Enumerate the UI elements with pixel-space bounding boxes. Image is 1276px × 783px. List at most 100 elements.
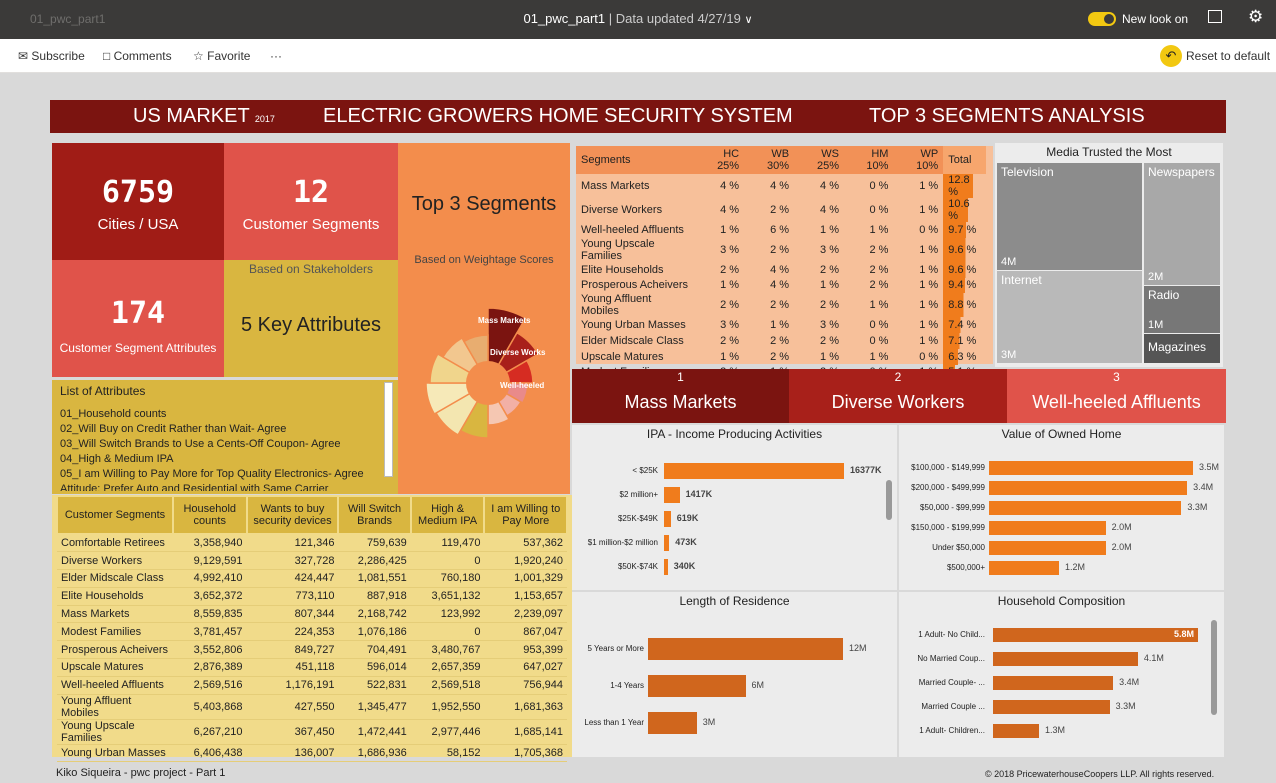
comments-button[interactable]: □ Comments bbox=[103, 49, 185, 63]
bottom-table-header[interactable]: Household counts bbox=[172, 495, 248, 535]
bar[interactable] bbox=[993, 628, 1198, 642]
seg-table-header[interactable]: HC 25% bbox=[695, 146, 745, 174]
table-cell: 1 % bbox=[919, 263, 939, 276]
comments-label: Comments bbox=[113, 49, 172, 63]
attributes-value: 174 bbox=[110, 296, 166, 331]
media-tile-internet[interactable]: Internet 3M bbox=[997, 271, 1142, 363]
comment-icon[interactable] bbox=[1208, 10, 1222, 23]
table-cell: 1,345,477 bbox=[338, 694, 411, 720]
bar[interactable] bbox=[993, 700, 1110, 714]
bar[interactable] bbox=[989, 461, 1193, 475]
bottom-table-header[interactable]: I am Willing to Pay More bbox=[483, 495, 568, 535]
table-cell: 2 % bbox=[820, 299, 839, 312]
report-title-bar[interactable]: 01_pwc_part1 | Data updated 4/27/19 ∨ bbox=[0, 11, 1276, 26]
bar-value-label: 3.4M bbox=[1193, 482, 1214, 492]
table-cell: Elite Households bbox=[57, 587, 173, 606]
reset-default-button[interactable]: Reset to default bbox=[1186, 49, 1270, 63]
table-cell: 427,550 bbox=[246, 694, 339, 720]
table-cell: 4 % bbox=[770, 180, 790, 192]
media-tile-television[interactable]: Television 4M bbox=[997, 163, 1142, 270]
bar-value-label: 473K bbox=[675, 537, 697, 547]
bar[interactable] bbox=[993, 724, 1039, 738]
seg-table-header[interactable]: HM 10% bbox=[844, 146, 894, 174]
table-cell: Mass Markets bbox=[57, 605, 173, 624]
media-tile-magazines[interactable]: Magazines bbox=[1144, 334, 1220, 363]
bar-category-label: < $25K bbox=[632, 466, 658, 475]
table-row: Young Urban Masses 6,406,438 136,007 1,686,… bbox=[57, 744, 567, 763]
bar[interactable] bbox=[993, 676, 1114, 690]
bar-value-label: 1.2M bbox=[1064, 562, 1085, 572]
table-cell: 4 % bbox=[820, 180, 839, 192]
segments-pie-chart[interactable]: Mass Markets Diverse Works Well-heeled bbox=[408, 283, 568, 473]
table-cell: 3,552,806 bbox=[173, 640, 247, 660]
bar[interactable] bbox=[664, 559, 668, 575]
table-cell: 2,977,446 bbox=[410, 719, 485, 745]
table-cell: 1,952,550 bbox=[410, 694, 485, 720]
table-row: Well-heeled Affluents 2,569,516 1,176,191 5… bbox=[57, 676, 567, 695]
more-options-button[interactable]: ··· bbox=[270, 49, 282, 63]
bar[interactable] bbox=[648, 638, 843, 660]
top2-segment[interactable]: 2 Diverse Workers bbox=[789, 369, 1007, 423]
table-cell: 2 % bbox=[820, 334, 839, 347]
bottom-table-header[interactable]: High & Medium IPA bbox=[409, 495, 486, 535]
top3-segment[interactable]: 3 Well-heeled Affluents bbox=[1007, 369, 1226, 423]
table-cell: Young Affluent Mobiles bbox=[581, 293, 652, 318]
table-cell: 759,639 bbox=[338, 534, 411, 553]
bar[interactable] bbox=[664, 487, 680, 503]
table-cell: 2,876,389 bbox=[173, 658, 247, 677]
table-row: Young Affluent Mobiles 5,403,868 427,550 1,… bbox=[57, 694, 567, 720]
bar[interactable] bbox=[664, 511, 671, 527]
table-cell: 10.6 % bbox=[943, 198, 986, 222]
bottom-table-header[interactable]: Will Switch Brands bbox=[337, 495, 412, 535]
seg-table-header[interactable]: Total bbox=[943, 146, 986, 174]
table-row: Upscale Matures 2,876,389 451,118 596,014 2,… bbox=[57, 658, 567, 677]
cities-tile: 6759 Cities / USA bbox=[52, 143, 224, 260]
bar[interactable] bbox=[664, 463, 844, 479]
table-cell: 451,118 bbox=[246, 658, 339, 677]
favorite-button[interactable]: ☆ Favorite bbox=[193, 49, 263, 63]
chevron-down-icon[interactable]: ∨ bbox=[744, 14, 752, 26]
gear-icon[interactable]: ⚙ bbox=[1248, 7, 1263, 27]
table-row: Prosperous Acheivers 3,552,806 849,727 704,… bbox=[57, 640, 567, 660]
bar[interactable] bbox=[989, 521, 1106, 535]
table-cell: 1,081,551 bbox=[338, 569, 411, 588]
table-cell: 4 % bbox=[770, 279, 790, 292]
bar-value-label: 3.3M bbox=[1115, 701, 1136, 711]
table-row: Mass Markets 4 % 4 % 4 % 0 % 1 % 12.8 % bbox=[576, 174, 986, 198]
table-row: Diverse Workers 4 % 2 % 4 % 0 % 1 % 10.6 % bbox=[576, 198, 986, 222]
bar[interactable] bbox=[989, 561, 1059, 575]
attributes-scrollbar[interactable] bbox=[384, 382, 393, 477]
attributes-list[interactable]: List of Attributes 01_Household counts 02… bbox=[52, 380, 398, 494]
bar[interactable] bbox=[993, 652, 1138, 666]
table-row: Upscale Matures 1 % 2 % 1 % 1 % 0 % 6.3 % bbox=[576, 348, 986, 365]
seg-table-header[interactable]: WP 10% bbox=[893, 146, 944, 174]
bar-category-label: $500,000+ bbox=[946, 563, 985, 572]
bottom-table-header[interactable]: Customer Segments bbox=[56, 495, 174, 535]
media-tile-radio[interactable]: Radio 1M bbox=[1144, 286, 1220, 333]
table-cell: 136,007 bbox=[246, 744, 339, 763]
bar[interactable] bbox=[989, 541, 1106, 555]
table-cell: 2,286,425 bbox=[338, 551, 411, 571]
bar[interactable] bbox=[989, 481, 1188, 495]
ipa-scrollbar[interactable] bbox=[886, 480, 892, 520]
table-cell: Upscale Matures bbox=[57, 658, 173, 677]
table-cell: 887,918 bbox=[338, 587, 411, 606]
bar-value-label: 619K bbox=[676, 513, 699, 523]
seg-table-header[interactable]: WB 30% bbox=[744, 146, 795, 174]
household-scrollbar[interactable] bbox=[1211, 620, 1217, 715]
table-cell: 4 % bbox=[770, 263, 790, 276]
bar[interactable] bbox=[648, 675, 746, 697]
bottom-table-header[interactable]: Wants to buy security devices bbox=[245, 495, 340, 535]
subscribe-button[interactable]: ✉ Subscribe bbox=[18, 49, 98, 63]
media-tile-newspapers[interactable]: Newspapers 2M bbox=[1144, 163, 1220, 285]
table-cell: 2 % bbox=[770, 334, 790, 347]
top1-segment[interactable]: 1 Mass Markets bbox=[572, 369, 789, 423]
bar[interactable] bbox=[989, 501, 1182, 515]
table-cell: 1 % bbox=[919, 243, 939, 256]
bar[interactable] bbox=[648, 712, 697, 734]
undo-icon[interactable]: ↶ bbox=[1160, 45, 1182, 67]
seg-table-header[interactable]: WS 25% bbox=[794, 146, 844, 174]
bar[interactable] bbox=[664, 535, 670, 551]
new-look-toggle[interactable] bbox=[1088, 12, 1116, 26]
seg-table-header[interactable]: Segments bbox=[576, 146, 696, 174]
